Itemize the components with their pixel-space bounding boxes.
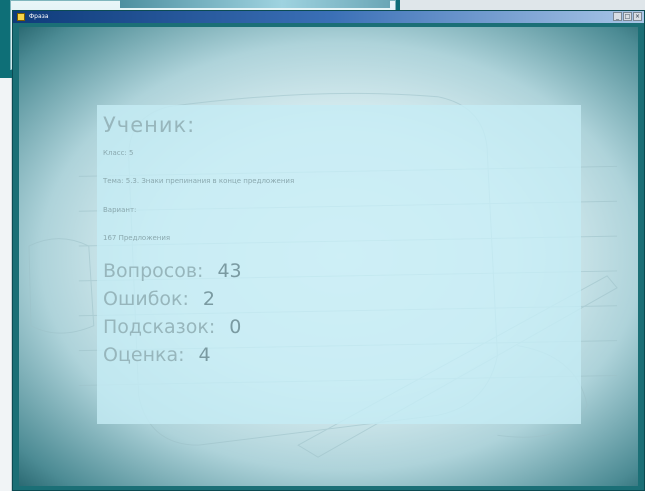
hints-label: Подсказок: [103,316,216,338]
grade-value: 4 [198,344,211,366]
close-button[interactable]: × [633,12,642,21]
window-titlebar[interactable]: Фраза _ □ × [13,11,644,23]
variant-line: Вариант: [103,206,137,214]
student-label: Ученик: [103,113,196,137]
grade-stat: Оценка: 4 [103,344,211,366]
hints-value: 0 [229,316,242,338]
questions-value: 43 [217,260,242,282]
results-panel: Ученик: Класс: 5 Тема: 5.3. Знаки препин… [97,105,581,424]
results-canvas: Ученик: Класс: 5 Тема: 5.3. Знаки препин… [19,27,638,486]
errors-value: 2 [202,288,216,310]
topic-line: Тема: 5.3. Знаки препинания в конце пред… [103,177,295,185]
app-window: Фраза _ □ × Ученик: Класс: 5 Тема: 5.3. … [12,10,645,491]
questions-stat: Вопросов: 43 [103,260,242,282]
errors-stat: Ошибок: 2 [103,288,215,310]
minimize-button[interactable]: _ [613,12,622,21]
hints-stat: Подсказок: 0 [103,316,241,338]
class-line: Класс: 5 [103,149,134,157]
grade-label: Оценка: [103,344,185,366]
background-window-titlebar [120,0,390,8]
app-icon [17,13,25,21]
maximize-button[interactable]: □ [623,12,632,21]
window-title: Фраза [29,13,49,20]
errors-label: Ошибок: [103,288,189,310]
desktop-edge [0,78,12,491]
lesson-line: 167 Предложения [103,234,171,242]
window-controls: _ □ × [613,12,642,21]
questions-label: Вопросов: [103,260,204,282]
